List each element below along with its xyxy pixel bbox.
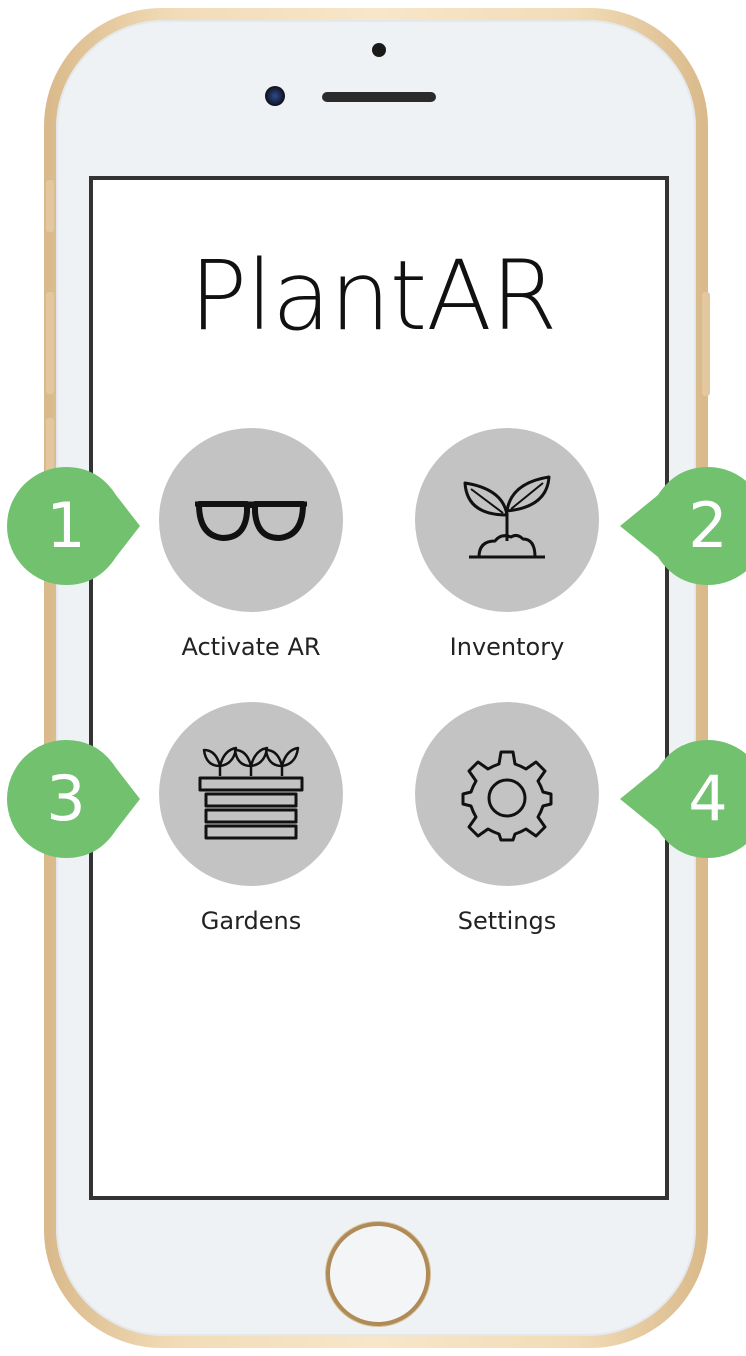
home-button[interactable] (326, 1222, 430, 1326)
callout-1: 1 (0, 465, 160, 587)
inventory-button[interactable]: Inventory (412, 428, 602, 678)
gear-icon (461, 750, 553, 842)
gardens-button[interactable]: Gardens (156, 702, 346, 952)
inventory-label: Inventory (449, 633, 565, 661)
proximity-sensor (372, 43, 386, 57)
settings-label: Settings (457, 907, 557, 935)
front-camera (265, 86, 285, 106)
planter-box-icon (198, 746, 304, 840)
inventory-circle (415, 428, 599, 612)
callout-4-number: 4 (688, 762, 728, 835)
callout-3: 3 (0, 738, 160, 860)
earpiece-speaker (322, 92, 436, 102)
activate-ar-label: Activate AR (181, 633, 321, 661)
callout-3-number: 3 (46, 762, 86, 835)
callout-2: 2 (614, 465, 746, 587)
activate-ar-circle (159, 428, 343, 612)
mute-switch (46, 180, 54, 232)
sprout-icon (463, 475, 551, 559)
settings-circle (415, 702, 599, 886)
callout-2-number: 2 (688, 489, 728, 562)
settings-button[interactable]: Settings (412, 702, 602, 952)
gardens-label: Gardens (200, 907, 302, 935)
annotated-mockup: PlantAR Activate AR Inventory Gardens Se… (0, 0, 746, 1356)
gardens-circle (159, 702, 343, 886)
callout-4: 4 (614, 738, 746, 860)
callout-1-number: 1 (46, 489, 86, 562)
activate-ar-button[interactable]: Activate AR (156, 428, 346, 678)
app-title: PlantAR (189, 240, 557, 352)
glasses-icon (195, 501, 307, 541)
